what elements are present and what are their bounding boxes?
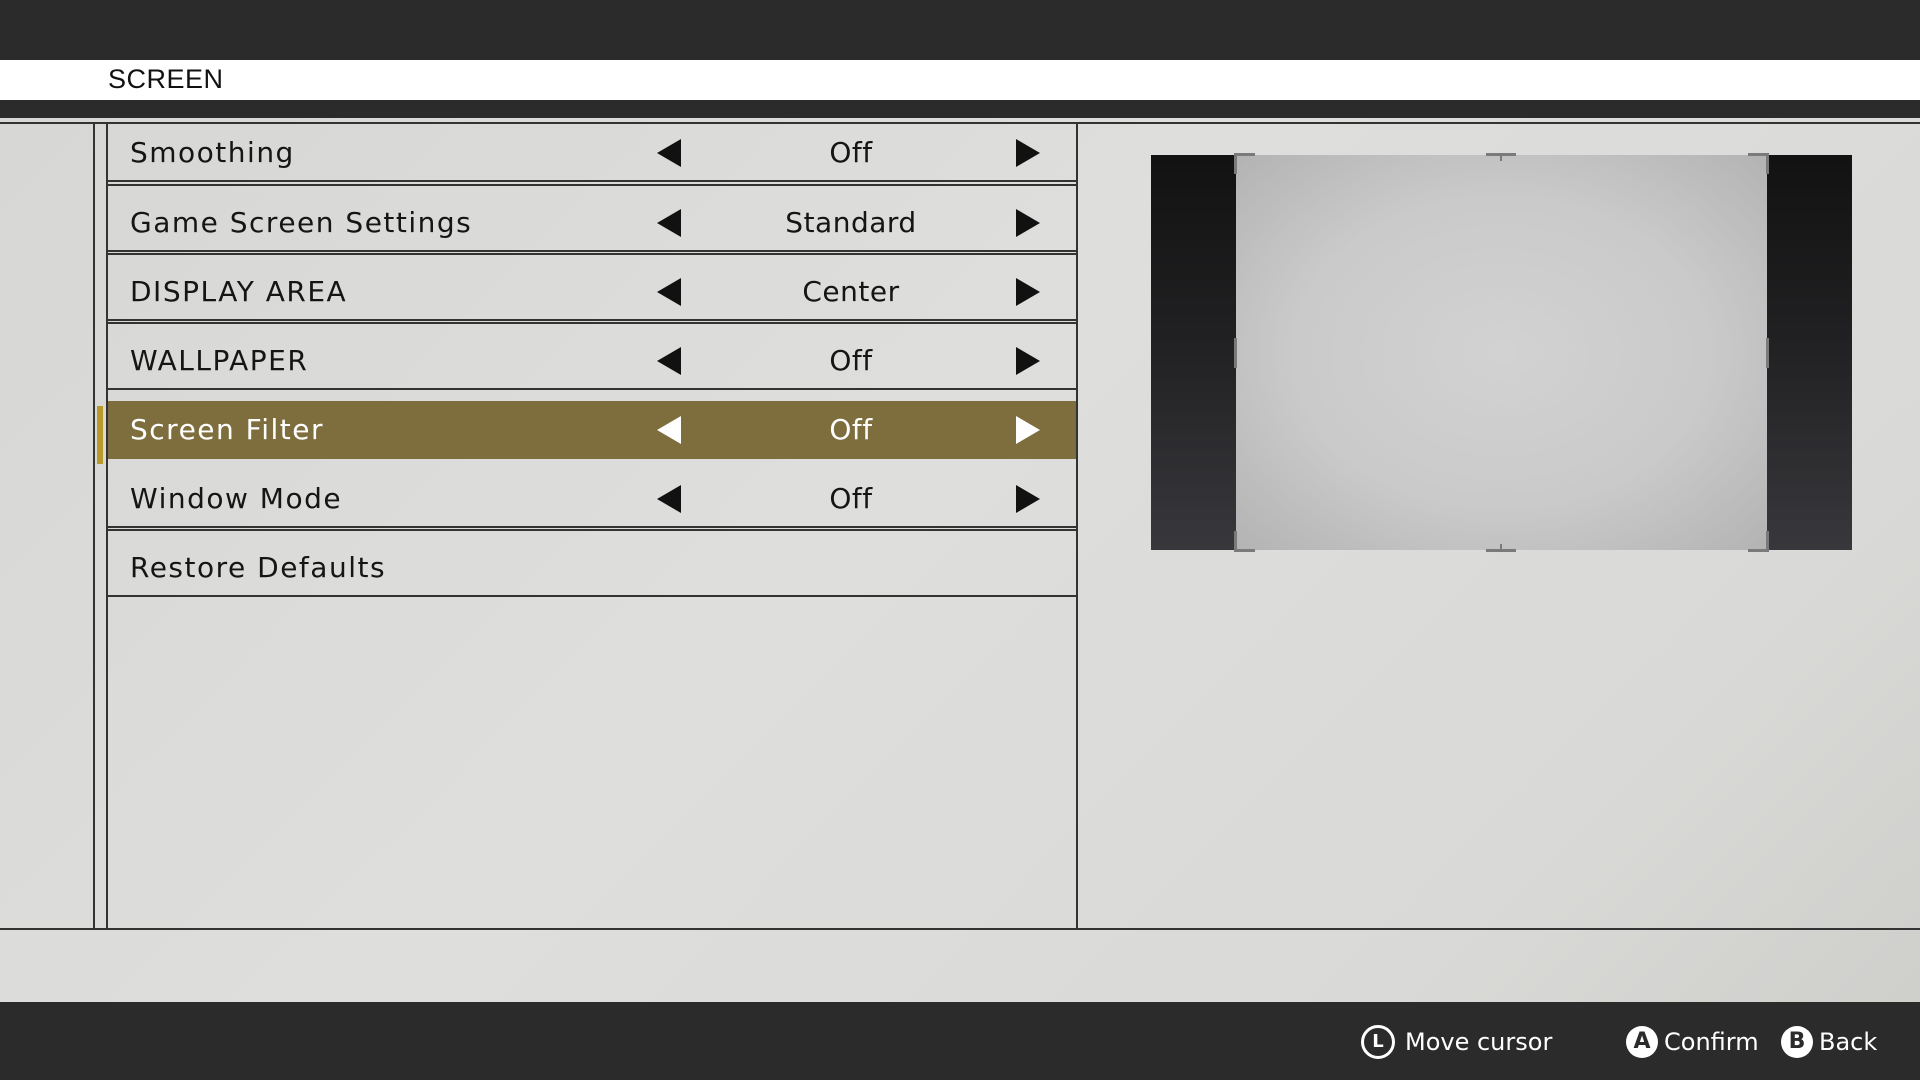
arrow-right-icon[interactable] bbox=[1016, 209, 1040, 237]
screen-preview bbox=[1151, 153, 1852, 552]
left-rail bbox=[93, 124, 95, 929]
menu-item-label: Smoothing bbox=[130, 136, 295, 169]
hint-label: Confirm bbox=[1664, 1028, 1759, 1056]
arrow-left-icon[interactable] bbox=[657, 139, 681, 167]
corner-bracket-icon bbox=[1234, 153, 1255, 174]
menu-item-value: Standard bbox=[785, 206, 917, 239]
corner-bracket-icon bbox=[1748, 531, 1769, 552]
menu-item-wallpaper[interactable]: WALLPAPER Off bbox=[108, 322, 1076, 390]
corner-bracket-icon bbox=[1748, 153, 1769, 174]
settings-menu: Smoothing Off Game Screen Settings Stand… bbox=[106, 124, 1078, 929]
arrow-right-icon[interactable] bbox=[1016, 485, 1040, 513]
center-tick-icon bbox=[1234, 338, 1237, 368]
menu-item-game-screen-settings[interactable]: Game Screen Settings Standard bbox=[108, 184, 1076, 252]
arrow-right-icon[interactable] bbox=[1016, 416, 1040, 444]
a-button-icon: A bbox=[1626, 1026, 1658, 1058]
menu-item-screen-filter[interactable]: Screen Filter Off bbox=[108, 401, 1076, 459]
hint-confirm[interactable]: A Confirm bbox=[1626, 1022, 1759, 1062]
top-bar bbox=[0, 0, 1920, 60]
menu-item-window-mode[interactable]: Window Mode Off bbox=[108, 470, 1076, 528]
center-tick-icon bbox=[1486, 153, 1516, 161]
preview-display-area bbox=[1234, 153, 1769, 552]
footer-bar: L Move cursor A Confirm B Back bbox=[0, 1002, 1920, 1080]
menu-item-value: Off bbox=[829, 482, 873, 515]
menu-item-value: Off bbox=[829, 413, 873, 446]
title-bar: SCREEN bbox=[0, 60, 1920, 100]
menu-item-value: Off bbox=[829, 344, 873, 377]
hint-move-cursor: L Move cursor bbox=[1361, 1022, 1552, 1062]
menu-item-value: Off bbox=[829, 136, 873, 169]
arrow-right-icon[interactable] bbox=[1016, 347, 1040, 375]
left-stick-icon: L bbox=[1361, 1025, 1395, 1059]
center-tick-icon bbox=[1486, 544, 1516, 552]
menu-item-smoothing[interactable]: Smoothing Off bbox=[108, 124, 1076, 182]
b-button-icon: B bbox=[1781, 1026, 1813, 1058]
menu-item-label: Window Mode bbox=[130, 482, 343, 515]
arrow-left-icon[interactable] bbox=[657, 209, 681, 237]
hint-back[interactable]: B Back bbox=[1781, 1022, 1877, 1062]
page-title: SCREEN bbox=[108, 64, 224, 94]
arrow-left-icon[interactable] bbox=[657, 347, 681, 375]
menu-item-label: Restore Defaults bbox=[130, 551, 387, 584]
arrow-left-icon[interactable] bbox=[657, 416, 681, 444]
title-underbar bbox=[0, 100, 1920, 118]
menu-item-restore-defaults[interactable]: Restore Defaults bbox=[108, 529, 1076, 597]
menu-item-label: Game Screen Settings bbox=[130, 206, 473, 239]
menu-item-value: Center bbox=[802, 275, 900, 308]
divider bbox=[0, 928, 1920, 930]
menu-item-label: Screen Filter bbox=[130, 413, 325, 446]
cursor-marker bbox=[97, 406, 103, 464]
arrow-left-icon[interactable] bbox=[657, 278, 681, 306]
arrow-right-icon[interactable] bbox=[1016, 139, 1040, 167]
arrow-right-icon[interactable] bbox=[1016, 278, 1040, 306]
menu-item-label: DISPLAY AREA bbox=[130, 275, 348, 308]
center-tick-icon bbox=[1766, 338, 1769, 368]
menu-item-display-area[interactable]: DISPLAY AREA Center bbox=[108, 253, 1076, 321]
corner-bracket-icon bbox=[1234, 531, 1255, 552]
hint-label: Back bbox=[1819, 1028, 1878, 1056]
menu-item-label: WALLPAPER bbox=[130, 344, 309, 377]
hint-label: Move cursor bbox=[1405, 1028, 1553, 1056]
arrow-left-icon[interactable] bbox=[657, 485, 681, 513]
